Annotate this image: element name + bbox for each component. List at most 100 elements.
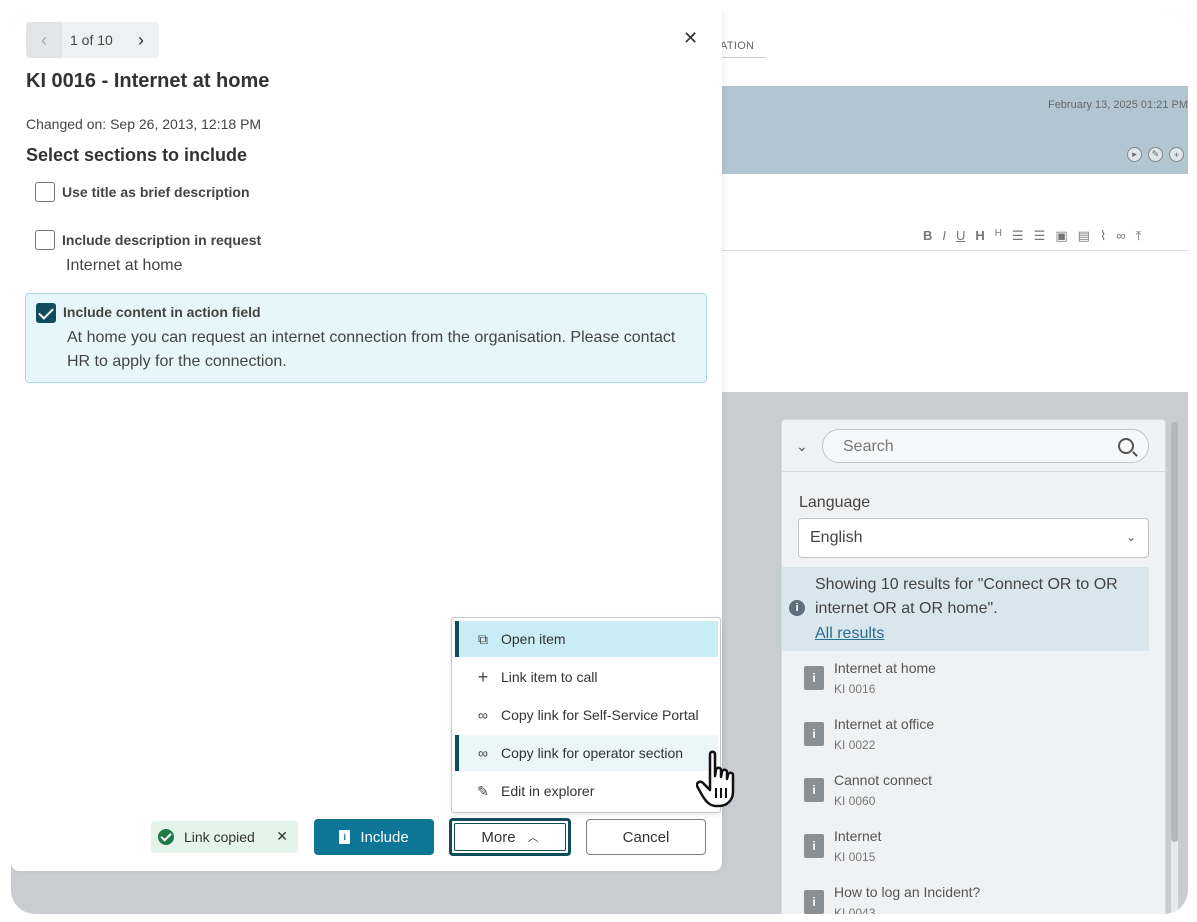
heading-small-icon[interactable]: H <box>995 228 1002 244</box>
knowledge-item-icon: i <box>804 666 824 690</box>
search-icon[interactable] <box>1118 438 1134 454</box>
bold-icon[interactable]: B <box>923 228 932 244</box>
upload-icon[interactable]: ⤒ <box>1136 228 1142 244</box>
list-item-id: KI 0016 <box>834 682 876 696</box>
more-menu: ⧉ Open item + Link item to call ∞ Copy l… <box>451 617 721 813</box>
app-frame: ATION February 13, 2025 01:21 PM ▸ ✎ + B… <box>11 10 1188 914</box>
knowledge-item-icon: i <box>339 830 351 844</box>
menu-item-label: Edit in explorer <box>501 783 595 799</box>
more-label: More <box>481 828 516 846</box>
pencil-icon: ✎ <box>477 782 489 799</box>
include-dialog: ‹ 1 of 10 › ✕ KI 0016 - Internet at home… <box>11 10 722 871</box>
close-icon[interactable]: ✕ <box>276 828 288 845</box>
external-link-icon: ⧉ <box>478 630 488 647</box>
list-item[interactable]: i Internet KI 0015 <box>782 822 1149 878</box>
check-circle-icon <box>158 829 174 845</box>
option-content[interactable]: Include content in action field At home … <box>25 293 707 383</box>
option-preview: Internet at home <box>66 257 183 274</box>
toast-text: Link copied <box>184 829 255 845</box>
pager-text: 1 of 10 <box>70 32 113 48</box>
play-icon[interactable]: ▸ <box>1127 147 1142 162</box>
knowledge-item-icon: i <box>804 834 824 858</box>
hand-cursor-icon <box>696 750 735 808</box>
option-preview: At home you can request an internet conn… <box>67 329 676 370</box>
chevron-up-icon: ︿ <box>527 832 539 844</box>
knowledge-panel-header: ⌄ Search <box>782 420 1165 472</box>
option-label: Include content in action field <box>63 304 261 320</box>
list-item[interactable]: i Cannot connect KI 0060 <box>782 766 1149 822</box>
background-actions: ▸ ✎ + <box>1127 147 1184 162</box>
heading-large-icon[interactable]: H <box>975 228 984 244</box>
background-tab[interactable]: ATION <box>720 40 766 58</box>
list-item[interactable]: i Internet at office KI 0022 <box>782 710 1149 766</box>
link-copied-toast: Link copied ✕ <box>151 821 298 853</box>
all-results-link[interactable]: All results <box>815 625 884 643</box>
numbered-list-icon[interactable]: ☰ <box>1034 228 1046 244</box>
close-icon[interactable]: ✕ <box>683 28 698 49</box>
option-label: Use title as brief description <box>62 184 250 200</box>
gallery-icon[interactable]: ▤ <box>1078 228 1090 244</box>
checkbox-description[interactable] <box>35 230 55 250</box>
chevron-right-icon: › <box>138 29 144 50</box>
search-input[interactable]: Search <box>822 429 1149 463</box>
list-item-title: How to log an Incident? <box>834 884 981 900</box>
edit-icon[interactable]: ✎ <box>1148 147 1163 162</box>
menu-item-link-to-call[interactable]: + Link item to call <box>455 659 718 695</box>
add-icon[interactable]: + <box>1169 147 1184 162</box>
more-button[interactable]: More ︿ <box>449 818 571 856</box>
bullet-list-icon[interactable]: ☰ <box>1012 228 1024 244</box>
knowledge-item-icon: i <box>804 890 824 914</box>
next-button[interactable]: › <box>123 22 159 58</box>
list-item-title: Internet at office <box>834 716 935 732</box>
menu-item-label: Link item to call <box>501 669 598 685</box>
list-item[interactable]: i Internet at home KI 0016 <box>782 654 1149 710</box>
include-label: Include <box>360 828 409 846</box>
menu-item-label: Copy link for operator section <box>501 745 684 761</box>
language-value: English <box>810 529 863 546</box>
list-item[interactable]: i How to log an Incident? KI 0043 <box>782 878 1149 914</box>
checkbox-title-brief[interactable] <box>35 182 55 202</box>
option-title-brief[interactable]: Use title as brief description <box>25 178 707 218</box>
chevron-down-icon[interactable]: ⌄ <box>796 438 808 455</box>
pager: ‹ 1 of 10 › <box>26 22 159 58</box>
underline-icon[interactable]: U <box>956 228 965 244</box>
list-item-title: Internet at home <box>834 660 936 676</box>
previous-button[interactable]: ‹ <box>26 22 62 58</box>
link-icon: ∞ <box>478 745 488 761</box>
results-list: i Internet at home KI 0016 i Internet at… <box>782 654 1149 914</box>
menu-item-copy-operator-link[interactable]: ∞ Copy link for operator section <box>455 735 718 771</box>
menu-item-open-item[interactable]: ⧉ Open item <box>455 621 718 657</box>
list-item-id: KI 0060 <box>834 794 876 808</box>
info-icon: i <box>789 600 805 616</box>
results-scrollbar[interactable] <box>1171 422 1178 914</box>
image-icon[interactable]: ▣ <box>1055 228 1067 244</box>
knowledge-item-icon: i <box>804 778 824 802</box>
cancel-button[interactable]: Cancel <box>586 819 706 855</box>
menu-item-copy-ssp-link[interactable]: ∞ Copy link for Self-Service Portal <box>455 697 718 733</box>
option-label: Include description in request <box>62 232 262 248</box>
knowledge-item-icon: i <box>804 722 824 746</box>
menu-item-label: Copy link for Self-Service Portal <box>501 707 699 723</box>
background-date: February 13, 2025 01:21 PM <box>1047 99 1188 111</box>
list-item-title: Internet <box>834 828 882 844</box>
link-chain-icon[interactable]: ∞ <box>1116 228 1125 244</box>
language-select[interactable]: English ⌄ <box>798 518 1149 558</box>
list-item-id: KI 0043 <box>834 906 876 914</box>
knowledge-panel: ⌄ Search Language English ⌄ i Showing 10… <box>781 419 1166 914</box>
dialog-title: KI 0016 - Internet at home <box>26 70 270 92</box>
results-info: i Showing 10 results for "Connect OR to … <box>782 567 1149 651</box>
include-button[interactable]: i Include <box>314 819 434 855</box>
chevron-down-icon: ⌄ <box>1125 530 1136 544</box>
list-item-id: KI 0015 <box>834 850 876 864</box>
attachment-icon[interactable]: ⌇ <box>1100 228 1106 244</box>
background-divider <box>711 250 1188 251</box>
search-placeholder: Search <box>843 438 894 455</box>
italic-icon[interactable]: I <box>942 228 946 244</box>
checkbox-content[interactable] <box>36 303 56 323</box>
option-description[interactable]: Include description in request Internet … <box>25 226 707 290</box>
changed-on: Changed on: Sep 26, 2013, 12:18 PM <box>26 116 262 132</box>
cancel-label: Cancel <box>622 828 670 846</box>
menu-item-edit-explorer[interactable]: ✎ Edit in explorer <box>455 773 718 809</box>
menu-item-label: Open item <box>501 631 566 647</box>
chevron-left-icon: ‹ <box>41 29 47 50</box>
